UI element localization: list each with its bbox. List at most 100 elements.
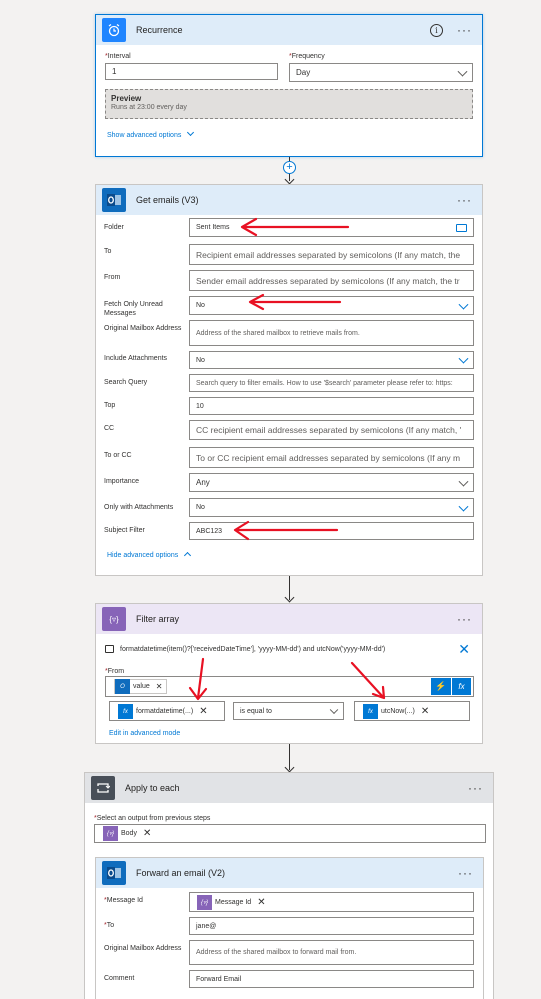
formatdatetime-token[interactable]: fx formatdatetime(...) ✕ [118, 704, 208, 719]
remove-token-icon[interactable]: ✕ [143, 828, 151, 839]
from-input[interactable]: O value ✕ ⚡ fx [105, 676, 474, 697]
comment-input[interactable]: Forward Email [189, 970, 474, 988]
frequency-label: *Frequency [289, 53, 325, 60]
more-options-icon[interactable]: ··· [453, 23, 476, 37]
recurrence-title: Recurrence [136, 25, 183, 35]
chevron-down-icon [329, 705, 339, 715]
body-token[interactable]: {▿} Body ✕ [103, 826, 152, 841]
cc-input[interactable]: CC recipient email addresses separated b… [189, 420, 474, 440]
dynamic-content-icon[interactable]: ⚡ [431, 678, 451, 695]
loop-icon [91, 776, 115, 800]
search-query-input[interactable]: Search query to filter emails. How to us… [189, 374, 474, 392]
message-id-input[interactable]: {▿} Message Id ✕ [189, 892, 474, 912]
filter-array-header[interactable]: {▿} Filter array ··· [96, 604, 482, 634]
formatdatetime-token-label: formatdatetime(...) [136, 708, 194, 715]
original-mailbox-input[interactable]: Address of the shared mailbox to retriev… [189, 320, 474, 346]
select-output-input[interactable]: {▿} Body ✕ [94, 824, 486, 843]
importance-select[interactable]: Any [189, 473, 474, 492]
preview-title: Preview [111, 94, 142, 103]
expression-fx-icon[interactable]: fx [451, 678, 471, 695]
apply-to-each-header[interactable]: Apply to each ··· [85, 773, 493, 803]
recurrence-header[interactable]: Recurrence i ··· [96, 15, 482, 45]
more-options-icon[interactable]: ··· [453, 612, 476, 626]
right-operand-input[interactable]: fx utcNow(...) ✕ [354, 701, 470, 721]
data-operation-icon: {▿} [197, 895, 212, 910]
recurrence-card: Recurrence i ··· *Interval 1 *Frequency … [95, 14, 483, 157]
comment-icon [105, 645, 114, 653]
forward-email-card: Forward an email (V2) ··· *Message Id {▿… [95, 857, 484, 999]
frequency-value: Day [296, 68, 311, 77]
interval-label: *Interval [105, 53, 131, 60]
add-step-button[interactable]: + [283, 161, 296, 174]
only-attachments-value: No [196, 504, 205, 511]
more-options-icon[interactable]: ··· [453, 193, 476, 207]
fx-icon: fx [118, 704, 133, 719]
alarm-clock-icon [102, 18, 126, 42]
chevron-down-icon [457, 66, 468, 77]
expression-toolbar: ⚡ fx [431, 678, 471, 695]
original-mailbox-label: Original Mailbox Address [104, 325, 182, 332]
search-query-label: Search Query [104, 379, 148, 386]
only-attachments-select[interactable]: No [189, 498, 474, 517]
forward-to-input[interactable]: jane@ [189, 917, 474, 935]
to-input[interactable]: Recipient email addresses separated by s… [189, 244, 474, 265]
clear-expression-icon[interactable]: ✕ [458, 641, 470, 658]
remove-token-icon[interactable]: ✕ [199, 706, 207, 717]
forward-email-header[interactable]: Forward an email (V2) ··· [96, 858, 483, 888]
frequency-select[interactable]: Day [289, 63, 473, 82]
body-token-label: Body [121, 830, 137, 837]
folder-input[interactable]: Sent Items [189, 218, 474, 237]
more-options-icon[interactable]: ··· [454, 866, 477, 880]
from-input[interactable]: Sender email addresses separated by semi… [189, 270, 474, 291]
to-label: To [104, 248, 112, 255]
fetch-unread-select[interactable]: No [189, 296, 474, 315]
subject-filter-label: Subject Filter [104, 527, 145, 534]
from-label: From [104, 274, 121, 281]
forward-mailbox-label: Original Mailbox Address [104, 945, 182, 952]
show-advanced-options-link[interactable]: Show advanced options [107, 128, 195, 139]
to-or-cc-input[interactable]: To or CC recipient email addresses separ… [189, 447, 474, 468]
filter-expression: formatdatetime(item()?['receivedDateTime… [120, 646, 386, 653]
preview-text: Runs at 23:00 every day [111, 104, 187, 111]
forward-mailbox-input[interactable]: Address of the shared mailbox to forward… [189, 940, 474, 965]
value-token[interactable]: O value ✕ [114, 679, 168, 694]
operator-select[interactable]: is equal to [233, 702, 344, 720]
data-operation-icon: {▿} [103, 826, 118, 841]
hide-advanced-options-link[interactable]: Hide advanced options [107, 551, 192, 560]
filter-array-card: {▿} Filter array ··· formatdatetime(item… [95, 603, 483, 744]
folder-picker-icon[interactable] [456, 224, 467, 232]
folder-value: Sent Items [196, 224, 230, 231]
only-attachments-label: Only with Attachments [104, 504, 174, 511]
connector-arrowhead [284, 592, 295, 603]
forward-email-title: Forward an email (V2) [136, 868, 226, 878]
get-emails-card: Get emails (V3) ··· Folder Sent Items To… [95, 184, 483, 576]
chevron-up-icon [184, 551, 192, 560]
outlook-icon [102, 861, 126, 885]
outlook-icon [102, 188, 126, 212]
subject-filter-input[interactable]: ABC123 [189, 522, 474, 540]
chevron-down-icon [458, 299, 469, 310]
connector-arrowhead [284, 762, 295, 773]
include-attachments-label: Include Attachments [104, 355, 168, 362]
remove-token-icon[interactable]: ✕ [421, 706, 429, 717]
connector-arrowhead [284, 174, 295, 185]
top-input[interactable]: 10 [189, 397, 474, 415]
more-options-icon[interactable]: ··· [464, 781, 487, 795]
interval-input[interactable]: 1 [105, 63, 278, 80]
from-label: *From [105, 668, 125, 675]
include-attachments-value: No [196, 356, 205, 364]
data-operation-icon: {▿} [102, 607, 126, 631]
left-operand-input[interactable]: fx formatdatetime(...) ✕ [109, 701, 225, 721]
utcnow-token[interactable]: fx utcNow(...) ✕ [363, 704, 430, 719]
remove-token-icon[interactable]: ✕ [257, 897, 265, 908]
get-emails-header[interactable]: Get emails (V3) ··· [96, 185, 482, 215]
fx-icon: fx [363, 704, 378, 719]
edit-advanced-mode-link[interactable]: Edit in advanced mode [109, 730, 180, 737]
include-attachments-select[interactable]: No [189, 351, 474, 369]
value-token-label: value [133, 683, 150, 690]
importance-label: Importance [104, 478, 140, 485]
info-icon[interactable]: i [430, 23, 443, 37]
utcnow-token-label: utcNow(...) [381, 708, 415, 715]
message-id-token[interactable]: {▿} Message Id ✕ [197, 895, 266, 910]
remove-token-icon[interactable]: ✕ [156, 682, 163, 691]
